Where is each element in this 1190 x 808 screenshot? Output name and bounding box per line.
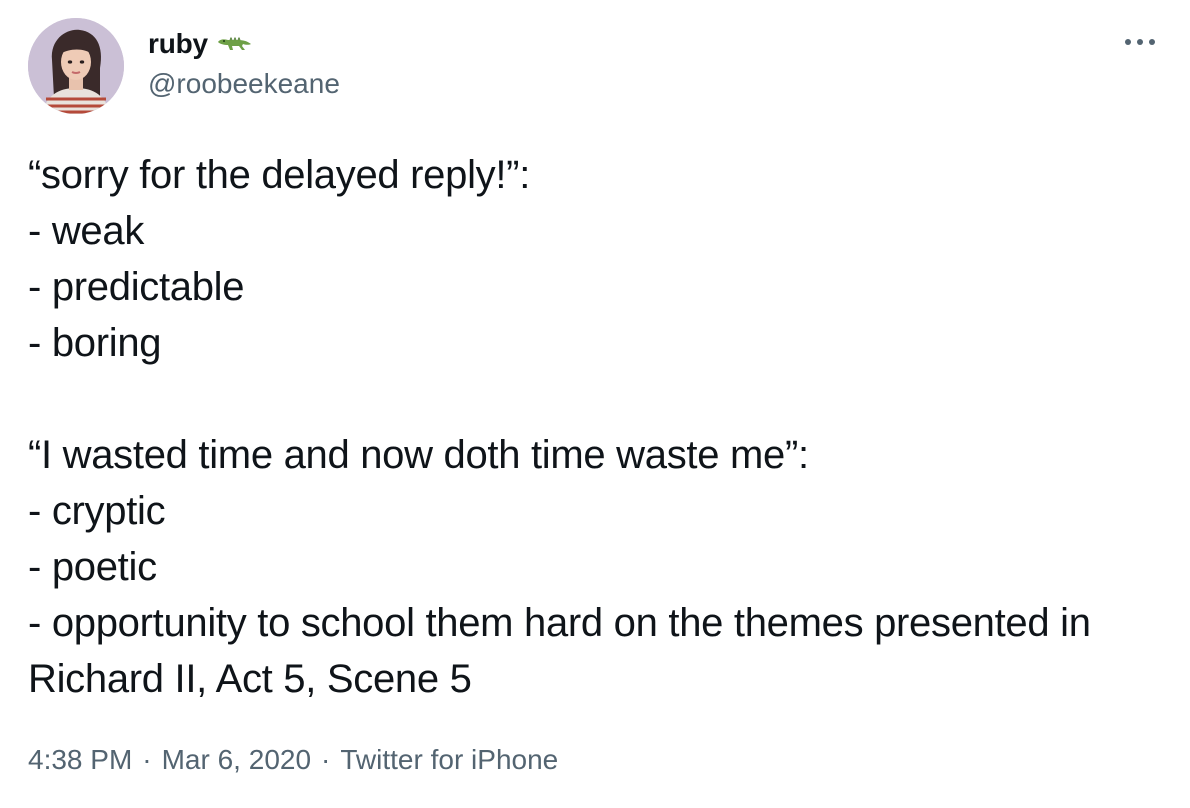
name-row: ruby: [148, 26, 340, 62]
more-options-button[interactable]: [1122, 28, 1158, 56]
crocodile-icon: [216, 32, 254, 56]
meta-separator: ·: [321, 744, 331, 775]
avatar-photo: [28, 18, 124, 114]
more-horizontal-icon: [1125, 39, 1155, 45]
tweet: ruby @roobeekeane “sorry for the delayed…: [0, 0, 1190, 808]
tweet-date[interactable]: Mar 6, 2020: [162, 740, 311, 780]
user-handle[interactable]: @roobeekeane: [148, 64, 340, 104]
avatar[interactable]: [28, 18, 124, 114]
tweet-source[interactable]: Twitter for iPhone: [340, 740, 558, 780]
author-block: ruby @roobeekeane: [148, 26, 340, 104]
tweet-time[interactable]: 4:38 PM: [28, 740, 132, 780]
display-name[interactable]: ruby: [148, 26, 208, 62]
tweet-text: “sorry for the delayed reply!”: - weak -…: [28, 153, 1091, 701]
meta-separator: ·: [142, 744, 152, 775]
tweet-meta: 4:38 PM · Mar 6, 2020 · Twitter for iPho…: [28, 740, 558, 780]
